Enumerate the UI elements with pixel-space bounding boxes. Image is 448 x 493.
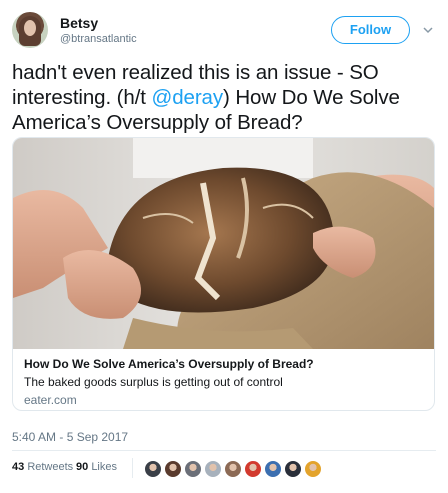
retweets-stat[interactable]: 43 Retweets — [12, 461, 73, 473]
retweets-label: Retweets — [27, 461, 74, 473]
likes-label: Likes — [91, 461, 117, 473]
retweets-count: 43 — [12, 461, 25, 473]
tweet-timestamp[interactable]: 5:40 AM - 5 Sep 2017 — [12, 430, 128, 444]
liker-avatar[interactable] — [304, 460, 322, 478]
tweet-header: Betsy @btransatlantic Follow — [12, 12, 436, 48]
display-name[interactable]: Betsy — [60, 15, 98, 31]
liker-avatar[interactable] — [164, 460, 182, 478]
likers-avatars — [144, 460, 344, 478]
liker-avatar[interactable] — [244, 460, 262, 478]
liker-avatar[interactable] — [144, 460, 162, 478]
liker-avatar[interactable] — [264, 460, 282, 478]
liker-avatar[interactable] — [184, 460, 202, 478]
divider — [12, 450, 436, 451]
avatar[interactable] — [12, 12, 48, 48]
liker-avatar[interactable] — [204, 460, 222, 478]
user-handle[interactable]: @btransatlantic — [60, 33, 137, 45]
tweet-text: hadn't even realized this is an issue - … — [12, 60, 432, 135]
chevron-down-icon[interactable] — [422, 24, 434, 36]
card-domain: eater.com — [24, 393, 77, 407]
liker-avatar[interactable] — [224, 460, 242, 478]
liker-avatar[interactable] — [284, 460, 302, 478]
card-title[interactable]: How Do We Solve America’s Oversupply of … — [24, 357, 314, 371]
tweet: Betsy @btransatlantic Follow hadn't even… — [0, 0, 448, 493]
likes-count: 90 — [76, 461, 89, 473]
link-card[interactable]: How Do We Solve America’s Oversupply of … — [12, 137, 435, 411]
likes-stat[interactable]: 90 Likes — [76, 461, 117, 473]
stats-divider — [132, 458, 133, 478]
avatar-face — [24, 20, 36, 36]
mention-link[interactable]: @deray — [152, 86, 224, 109]
card-image[interactable] — [13, 138, 434, 349]
card-description: The baked goods surplus is getting out o… — [24, 375, 283, 389]
follow-button[interactable]: Follow — [331, 16, 410, 44]
